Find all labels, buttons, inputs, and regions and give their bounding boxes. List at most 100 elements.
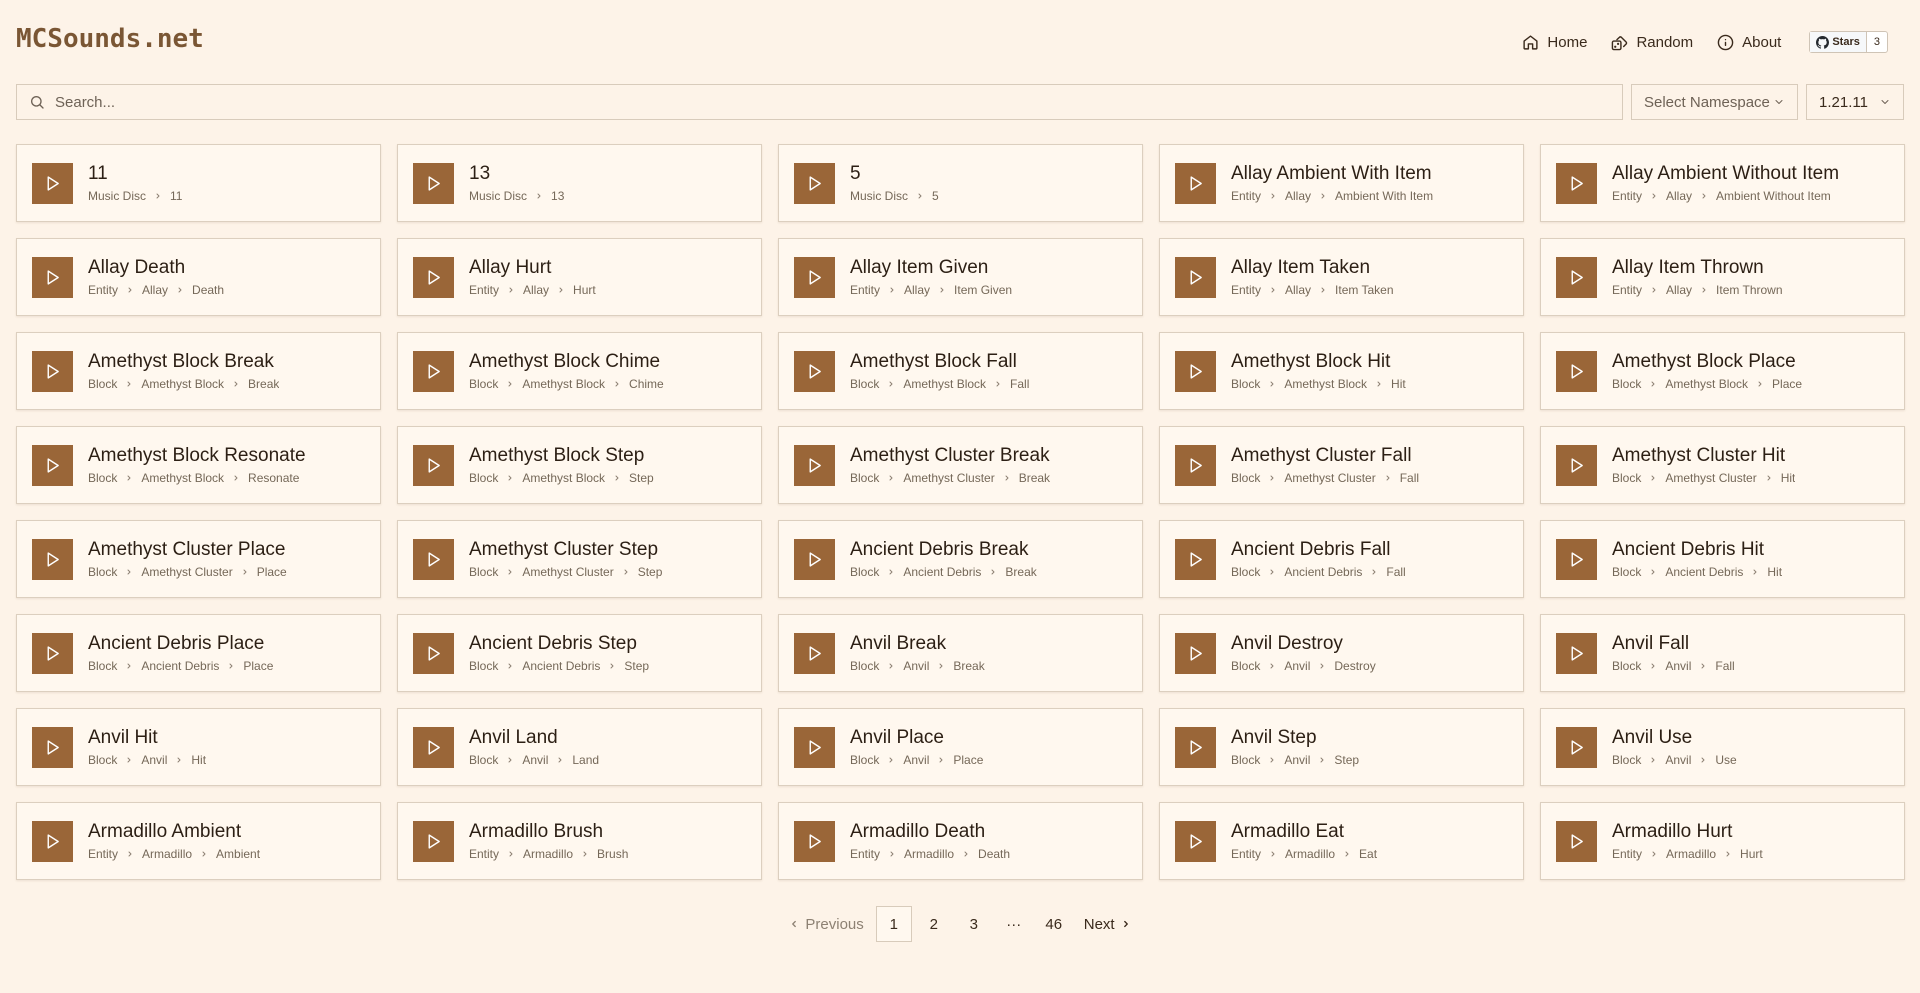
sound-card[interactable]: Allay Death Entity Allay Death xyxy=(16,238,381,316)
play-button[interactable] xyxy=(1556,820,1597,862)
play-button[interactable] xyxy=(32,538,73,580)
play-button[interactable] xyxy=(794,444,835,486)
sound-card[interactable]: Amethyst Cluster Place Block Amethyst Clus… xyxy=(16,520,381,598)
play-button[interactable] xyxy=(1175,538,1216,580)
play-button[interactable] xyxy=(1175,162,1216,204)
sound-card[interactable]: Allay Item Thrown Entity Allay Item Thrown xyxy=(1540,238,1905,316)
play-button[interactable] xyxy=(413,632,454,674)
play-button[interactable] xyxy=(413,538,454,580)
version-select[interactable]: 1.21.11 xyxy=(1806,84,1904,120)
play-button[interactable] xyxy=(794,820,835,862)
sound-card[interactable]: Amethyst Block Place Block Amethyst Block P… xyxy=(1540,332,1905,410)
sound-card[interactable]: Anvil Destroy Block Anvil Destroy xyxy=(1159,614,1524,692)
play-button[interactable] xyxy=(413,726,454,768)
sound-card[interactable]: Anvil Place Block Anvil Place xyxy=(778,708,1143,786)
play-button[interactable] xyxy=(32,820,73,862)
play-button[interactable] xyxy=(413,162,454,204)
play-button[interactable] xyxy=(794,538,835,580)
play-button[interactable] xyxy=(32,726,73,768)
namespace-select[interactable]: Select Namespace xyxy=(1631,84,1798,120)
play-button[interactable] xyxy=(794,726,835,768)
play-button[interactable] xyxy=(794,256,835,298)
play-button[interactable] xyxy=(1556,726,1597,768)
page-button-last[interactable]: 46 xyxy=(1036,906,1072,942)
play-button[interactable] xyxy=(1556,162,1597,204)
sound-title: Anvil Land xyxy=(469,727,558,748)
sound-card[interactable]: Amethyst Block Hit Block Amethyst Block Hit xyxy=(1159,332,1524,410)
sound-card[interactable]: Amethyst Block Fall Block Amethyst Block Fa… xyxy=(778,332,1143,410)
github-stars-button[interactable]: Stars 3 xyxy=(1809,31,1888,53)
sound-card[interactable]: Amethyst Cluster Step Block Amethyst Clust… xyxy=(397,520,762,598)
play-button[interactable] xyxy=(794,162,835,204)
sound-card[interactable]: Anvil Break Block Anvil Break xyxy=(778,614,1143,692)
play-button[interactable] xyxy=(32,256,73,298)
sound-card[interactable]: Armadillo Brush Entity Armadillo Brush xyxy=(397,802,762,880)
play-button[interactable] xyxy=(1175,726,1216,768)
sound-card[interactable]: Ancient Debris Step Block Ancient Debris St… xyxy=(397,614,762,692)
sound-card[interactable]: Armadillo Hurt Entity Armadillo Hurt xyxy=(1540,802,1905,880)
sound-card[interactable]: Anvil Step Block Anvil Step xyxy=(1159,708,1524,786)
play-button[interactable] xyxy=(794,350,835,392)
play-button[interactable] xyxy=(32,162,73,204)
sound-card[interactable]: Allay Item Given Entity Allay Item Given xyxy=(778,238,1143,316)
sound-card[interactable]: Ancient Debris Break Block Ancient Debris B… xyxy=(778,520,1143,598)
play-button[interactable] xyxy=(1175,632,1216,674)
play-button[interactable] xyxy=(32,350,73,392)
play-button[interactable] xyxy=(32,444,73,486)
next-page-button[interactable]: Next xyxy=(1076,906,1139,942)
play-button[interactable] xyxy=(413,820,454,862)
play-icon xyxy=(1190,739,1202,755)
sound-card[interactable]: Armadillo Death Entity Armadillo Death xyxy=(778,802,1143,880)
page-button-1[interactable]: 1 xyxy=(875,906,912,942)
sound-card[interactable]: Anvil Land Block Anvil Land xyxy=(397,708,762,786)
sound-card[interactable]: 13 Music Disc 13 xyxy=(397,144,762,222)
sound-card[interactable]: Anvil Hit Block Anvil Hit xyxy=(16,708,381,786)
sound-title: Allay Death xyxy=(88,257,186,278)
sound-card[interactable]: Armadillo Eat Entity Armadillo Eat xyxy=(1159,802,1524,880)
page-button-2[interactable]: 2 xyxy=(916,906,952,942)
sound-card[interactable]: Ancient Debris Hit Block Ancient Debris Hit xyxy=(1540,520,1905,598)
sound-card[interactable]: Armadillo Ambient Entity Armadillo Ambient xyxy=(16,802,381,880)
search-input[interactable] xyxy=(55,93,1622,111)
sound-card[interactable]: Anvil Fall Block Anvil Fall xyxy=(1540,614,1905,692)
sound-card[interactable]: Amethyst Block Chime Block Amethyst Block C… xyxy=(397,332,762,410)
sound-card[interactable]: Amethyst Cluster Fall Block Amethyst Clust… xyxy=(1159,426,1524,504)
play-button[interactable] xyxy=(1175,350,1216,392)
play-button[interactable] xyxy=(1556,350,1597,392)
breadcrumb-segment: Armadillo xyxy=(142,847,193,861)
sound-card[interactable]: Allay Hurt Entity Allay Hurt xyxy=(397,238,762,316)
play-button[interactable] xyxy=(1556,632,1597,674)
play-button[interactable] xyxy=(1175,256,1216,298)
play-button[interactable] xyxy=(413,350,454,392)
sound-card[interactable]: Allay Ambient Without Item Entity Allay Amb… xyxy=(1540,144,1905,222)
sound-card[interactable]: 5 Music Disc 5 xyxy=(778,144,1143,222)
play-button[interactable] xyxy=(413,256,454,298)
sound-card-text: Amethyst Cluster Place Block Amethyst Clus… xyxy=(88,539,287,579)
play-button[interactable] xyxy=(32,632,73,674)
sound-card[interactable]: 11 Music Disc 11 xyxy=(16,144,381,222)
nav-about[interactable]: About xyxy=(1717,34,1781,51)
sound-card[interactable]: Ancient Debris Place Block Ancient Debris P… xyxy=(16,614,381,692)
sound-card[interactable]: Anvil Use Block Anvil Use xyxy=(1540,708,1905,786)
page-button-3[interactable]: 3 xyxy=(956,906,992,942)
play-button[interactable] xyxy=(413,444,454,486)
play-button[interactable] xyxy=(1175,820,1216,862)
chevron-right-icon xyxy=(1756,380,1764,388)
sound-card[interactable]: Amethyst Block Resonate Block Amethyst Blo… xyxy=(16,426,381,504)
play-button[interactable] xyxy=(794,632,835,674)
sound-card[interactable]: Amethyst Block Break Block Amethyst Block B… xyxy=(16,332,381,410)
sound-card[interactable]: Amethyst Block Step Block Amethyst Block St… xyxy=(397,426,762,504)
nav-random[interactable]: Random xyxy=(1611,34,1693,51)
nav-home[interactable]: Home xyxy=(1522,34,1587,51)
sound-card[interactable]: Amethyst Cluster Break Block Amethyst Clus… xyxy=(778,426,1143,504)
sound-card[interactable]: Allay Ambient With Item Entity Allay Ambien… xyxy=(1159,144,1524,222)
site-logo[interactable]: MCSounds.net xyxy=(16,24,204,54)
play-button[interactable] xyxy=(1556,256,1597,298)
play-button[interactable] xyxy=(1175,444,1216,486)
play-button[interactable] xyxy=(1556,444,1597,486)
play-button[interactable] xyxy=(1556,538,1597,580)
sound-card[interactable]: Ancient Debris Fall Block Ancient Debris Fa… xyxy=(1159,520,1524,598)
sound-card[interactable]: Allay Item Taken Entity Allay Item Taken xyxy=(1159,238,1524,316)
previous-page-button[interactable]: Previous xyxy=(781,906,871,942)
sound-card[interactable]: Amethyst Cluster Hit Block Amethyst Cluste… xyxy=(1540,426,1905,504)
